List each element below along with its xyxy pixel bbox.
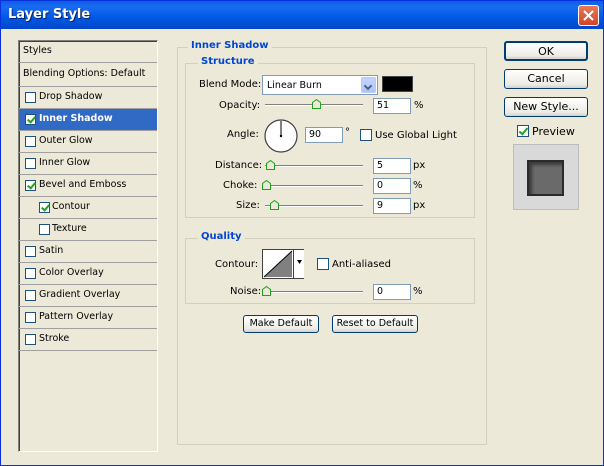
contour-picker[interactable] [262,249,304,279]
blending-options-item[interactable]: Blending Options: Default [19,63,157,87]
quality-title: Quality [198,231,245,242]
angle-label: Angle: [227,129,259,140]
size-label: Size: [236,200,260,211]
size-input[interactable]: 9 [373,198,411,214]
style-item-checkbox[interactable] [25,136,36,147]
style-item-checkbox[interactable] [25,92,36,103]
choke-input[interactable]: 0 [373,178,411,194]
distance-label: Distance: [215,160,263,171]
structure-title: Structure [198,56,258,67]
ok-button[interactable]: OK [504,41,588,61]
size-slider[interactable] [265,205,363,207]
blend-mode-label: Blend Mode: [199,79,262,90]
noise-slider-thumb[interactable] [262,286,271,296]
style-item-label: Bevel and Emboss [39,179,127,190]
style-item-checkbox[interactable] [39,224,50,235]
quality-group [185,238,475,304]
shadow-color-swatch[interactable] [382,76,413,92]
style-item-label: Inner Glow [39,157,91,168]
style-item-checkbox[interactable] [25,180,36,191]
style-item-inner-shadow[interactable]: Inner Shadow [19,109,157,131]
style-item-label: Drop Shadow [39,91,103,102]
style-item-label: Gradient Overlay [39,289,121,300]
style-item-pattern-overlay[interactable]: Pattern Overlay [19,307,157,329]
reset-to-default-button[interactable]: Reset to Default [332,315,418,333]
use-global-light-checkbox[interactable] [360,129,372,141]
opacity-input[interactable]: 51 [373,98,411,114]
contour-dropdown[interactable] [293,250,304,278]
style-item-inner-glow[interactable]: Inner Glow [19,153,157,175]
size-slider-thumb[interactable] [270,200,279,210]
anti-aliased-checkbox[interactable] [317,258,329,270]
style-item-label: Contour [52,201,90,212]
style-item-outer-glow[interactable]: Outer Glow [19,131,157,153]
style-item-satin[interactable]: Satin [19,241,157,263]
style-item-label: Color Overlay [39,267,104,278]
styles-list: Styles Blending Options: Default Drop Sh… [18,40,158,452]
close-button[interactable] [578,5,599,26]
opacity-label: Opacity: [219,100,261,111]
style-item-checkbox[interactable] [25,114,36,125]
noise-label: Noise: [230,286,262,297]
style-item-label: Pattern Overlay [39,311,114,322]
blend-mode-value: Linear Burn [267,80,322,91]
style-item-label: Stroke [39,333,70,344]
inner-shadow-title: Inner Shadow [188,40,272,51]
triangle-down-icon [297,260,302,264]
noise-input[interactable]: 0 [373,284,411,300]
angle-dial[interactable] [263,118,299,154]
cancel-button[interactable]: Cancel [504,69,588,89]
make-default-button[interactable]: Make Default [243,315,319,333]
style-item-drop-shadow[interactable]: Drop Shadow [19,87,157,109]
preview-checkbox[interactable] [517,125,529,137]
opacity-slider-thumb[interactable] [312,99,321,109]
choke-slider[interactable] [265,185,363,187]
dialog-title: Layer Style [8,7,91,22]
noise-unit: % [413,286,423,297]
style-item-gradient-overlay[interactable]: Gradient Overlay [19,285,157,307]
style-item-label: Inner Shadow [39,113,113,124]
angle-unit: ° [345,127,350,138]
distance-input[interactable]: 5 [373,158,411,174]
blend-mode-select[interactable]: Linear Burn [262,75,378,95]
choke-unit: % [413,180,423,191]
size-unit: px [413,200,426,211]
preview-thumbnail [513,144,579,210]
distance-slider-thumb[interactable] [266,160,275,170]
style-item-checkbox[interactable] [25,334,36,345]
title-bar[interactable]: Layer Style [1,1,603,29]
style-item-color-overlay[interactable]: Color Overlay [19,263,157,285]
new-style-button[interactable]: New Style... [504,97,588,117]
preview-swatch [527,160,564,196]
chevron-down-icon[interactable] [361,77,376,93]
opacity-unit: % [414,100,424,111]
contour-preview-icon [263,250,293,278]
anti-aliased-label: Anti-aliased [332,259,392,270]
style-item-label: Outer Glow [39,135,93,146]
preview-label: Preview [532,125,575,138]
style-item-label: Satin [39,245,64,256]
style-item-checkbox[interactable] [25,290,36,301]
style-item-stroke[interactable]: Stroke [19,329,157,351]
angle-input[interactable]: 90 [305,127,343,143]
use-global-light-label: Use Global Light [375,130,457,141]
style-item-contour[interactable]: Contour [19,197,157,219]
choke-label: Choke: [223,180,258,191]
style-item-checkbox[interactable] [25,158,36,169]
distance-unit: px [413,160,426,171]
style-item-checkbox[interactable] [25,246,36,257]
style-item-bevel-and-emboss[interactable]: Bevel and Emboss [19,175,157,197]
style-item-checkbox[interactable] [25,268,36,279]
style-item-texture[interactable]: Texture [19,219,157,241]
style-item-checkbox[interactable] [39,202,50,213]
distance-slider[interactable] [265,165,363,167]
layer-style-dialog: Layer Style Styles Blending Options: Def… [0,0,604,466]
style-item-checkbox[interactable] [25,312,36,323]
close-icon [583,10,594,21]
noise-slider[interactable] [265,291,363,293]
styles-header[interactable]: Styles [19,41,157,63]
style-item-label: Texture [52,223,87,234]
contour-label: Contour: [215,259,259,270]
choke-slider-thumb[interactable] [262,180,271,190]
